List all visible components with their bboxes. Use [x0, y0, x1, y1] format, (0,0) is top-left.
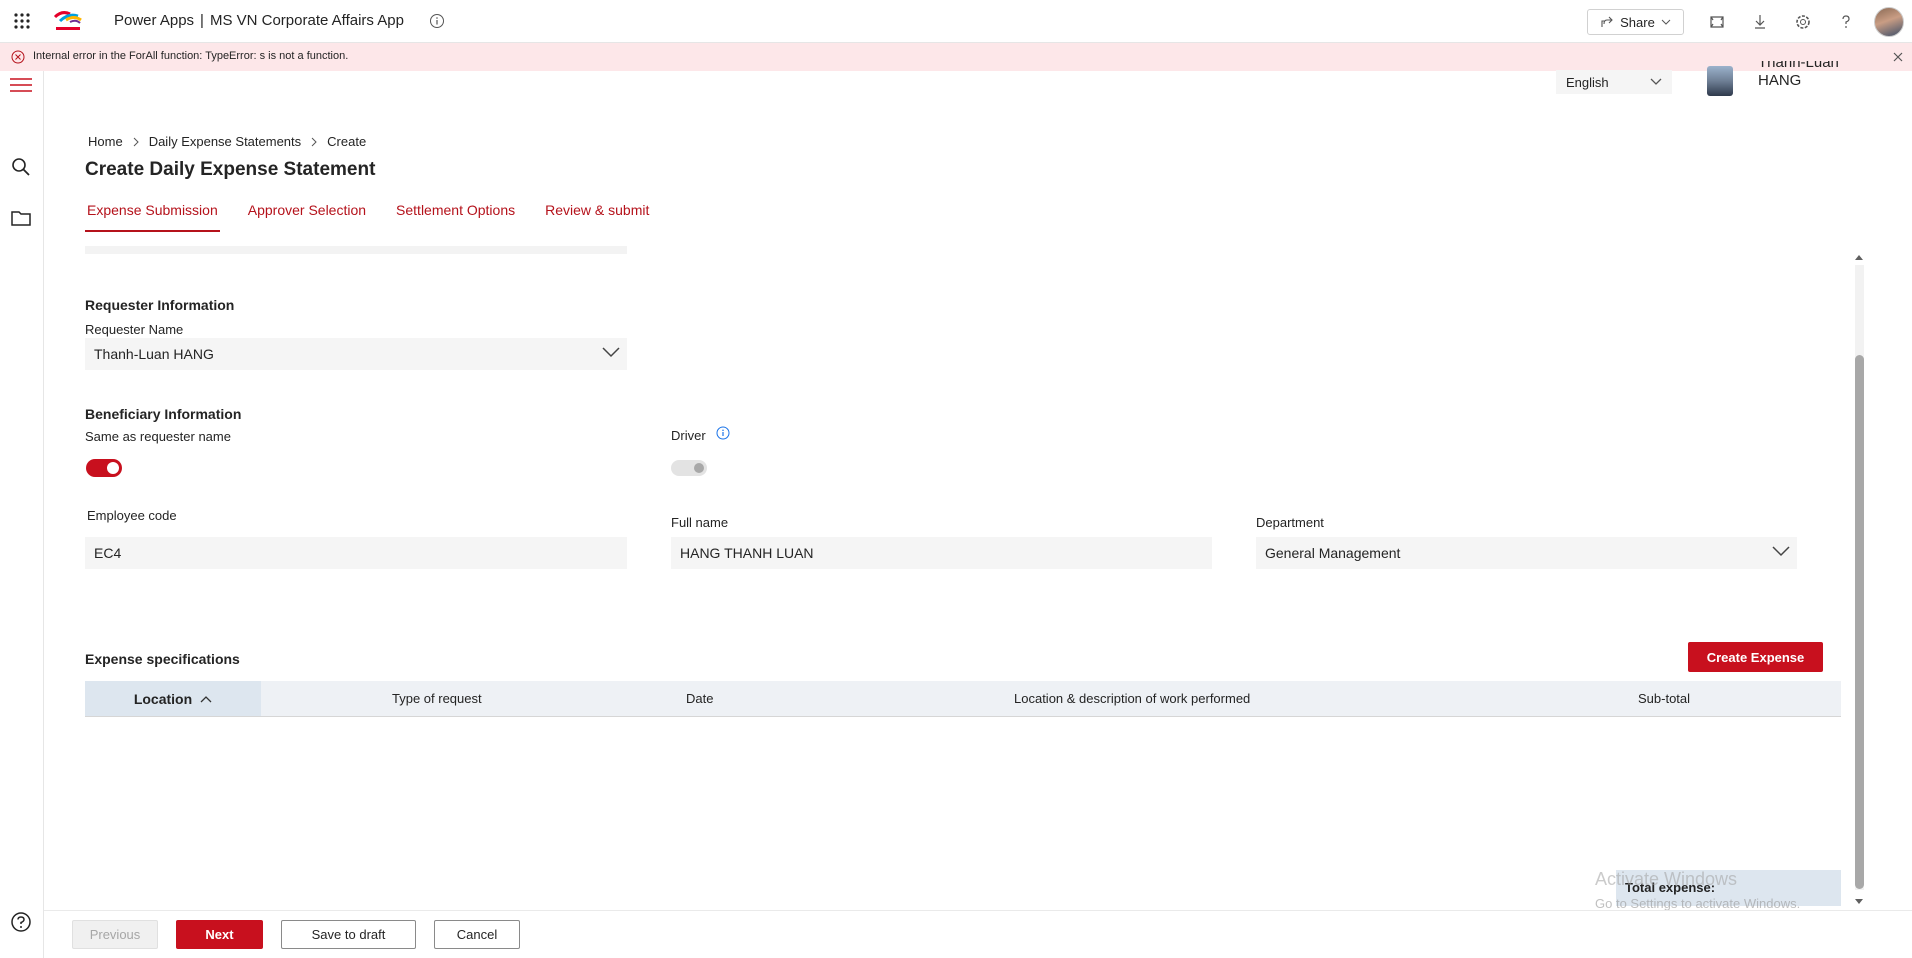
breadcrumb-daily-expense-statements[interactable]: Daily Expense Statements [149, 134, 301, 149]
app-launcher-icon[interactable] [12, 11, 32, 31]
close-icon[interactable] [1891, 50, 1905, 64]
app-title: Power Apps | MS VN Corporate Affairs App [114, 12, 404, 29]
hamburger-menu-icon[interactable] [10, 75, 32, 97]
department-dropdown[interactable]: General Management [1256, 537, 1797, 569]
top-bar: Power Apps | MS VN Corporate Affairs App S… [0, 0, 1912, 43]
employee-code-label: Employee code [87, 508, 177, 523]
department-label: Department [1256, 515, 1324, 530]
breadcrumb: Home Daily Expense Statements Create [88, 134, 366, 149]
user-name-first: Thanh-Luan [1758, 61, 1839, 71]
error-icon [11, 50, 25, 64]
full-name-field[interactable]: HANG THANH LUAN [671, 537, 1212, 569]
requester-name-value: Thanh-Luan HANG [94, 346, 214, 362]
share-button[interactable]: Share [1587, 9, 1684, 35]
requester-section-title: Requester Information [85, 297, 235, 313]
tab-expense-submission[interactable]: Expense Submission [85, 199, 220, 232]
full-name-value: HANG THANH LUAN [680, 545, 814, 561]
breadcrumb-create: Create [327, 134, 367, 149]
column-header-sub-total[interactable]: Sub-total [1638, 691, 1690, 706]
beneficiary-section-title: Beneficiary Information [85, 406, 242, 422]
share-label: Share [1620, 14, 1655, 30]
column-header-location[interactable]: Location [85, 681, 261, 716]
error-message: Internal error in the ForAll function: T… [33, 50, 349, 62]
breadcrumb-home[interactable]: Home [88, 134, 123, 149]
driver-toggle[interactable] [671, 460, 707, 476]
error-banner: Internal error in the ForAll function: T… [0, 43, 1912, 71]
info-icon[interactable] [716, 426, 730, 440]
expense-grid-header: Location Type of request Date Location &… [85, 681, 1841, 717]
column-header-location-label: Location [133, 690, 193, 707]
column-header-date[interactable]: Date [686, 691, 713, 706]
requester-name-label: Requester Name [85, 322, 184, 337]
chevron-down-icon [1661, 19, 1671, 25]
cancel-button[interactable]: Cancel [434, 920, 520, 949]
share-icon [1601, 16, 1613, 27]
chevron-down-icon [602, 347, 620, 358]
expense-specs-title: Expense specifications [85, 651, 240, 667]
next-button[interactable]: Next [176, 920, 263, 949]
create-expense-button[interactable]: Create Expense [1688, 642, 1823, 672]
column-header-location-description[interactable]: Location & description of work performed [1014, 691, 1250, 706]
user-name-last: HANG [1758, 72, 1802, 89]
same-as-requester-toggle[interactable] [86, 459, 122, 477]
page-title: Create Daily Expense Statement [85, 159, 376, 180]
folder-icon[interactable] [10, 207, 32, 229]
title-separator: | [200, 12, 204, 29]
chevron-down-icon [1650, 78, 1662, 85]
activation-watermark-text: Go to Settings to activate Windows. [1595, 896, 1801, 911]
clipped-field [85, 246, 627, 254]
app-title-text: MS VN Corporate Affairs App [209, 12, 404, 29]
left-rail [0, 71, 44, 958]
column-header-type-of-request[interactable]: Type of request [392, 691, 482, 706]
user-photo [1707, 66, 1733, 96]
account-avatar[interactable] [1874, 7, 1904, 37]
chevron-down-icon [1772, 546, 1790, 557]
employee-code-value: EC4 [94, 545, 122, 561]
requester-name-dropdown[interactable]: Thanh-Luan HANG [85, 338, 627, 370]
step-tabs: Expense Submission Approver Selection Se… [85, 199, 677, 235]
user-name: Thanh-Luan HANG [1758, 61, 1839, 90]
scroll-down-arrow-icon[interactable] [1853, 895, 1865, 907]
tab-settlement-options[interactable]: Settlement Options [394, 199, 517, 232]
help-circle-icon[interactable] [10, 911, 32, 933]
settings-gear-icon[interactable] [1793, 12, 1813, 32]
tab-review-submit[interactable]: Review & submit [543, 199, 651, 232]
activation-watermark-title: Activate Windows [1595, 869, 1738, 889]
company-logo [52, 8, 84, 34]
app-info-icon[interactable] [429, 13, 445, 29]
previous-button[interactable]: Previous [72, 920, 158, 949]
driver-label: Driver [671, 428, 706, 443]
app-name: Power Apps [114, 12, 195, 29]
full-name-label: Full name [671, 515, 729, 530]
same-as-requester-label: Same as requester name [85, 429, 231, 444]
chevron-right-icon [301, 137, 327, 147]
download-icon[interactable] [1750, 12, 1770, 32]
help-icon[interactable] [1836, 12, 1856, 32]
scroll-up-arrow-icon[interactable] [1853, 250, 1865, 262]
language-value: English [1566, 75, 1609, 90]
department-value: General Management [1265, 545, 1401, 561]
fit-screen-icon[interactable] [1707, 12, 1727, 32]
search-icon[interactable] [10, 156, 32, 178]
chevron-right-icon [123, 137, 149, 147]
employee-code-field[interactable]: EC4 [85, 537, 627, 569]
scrollbar-thumb[interactable] [1855, 355, 1864, 889]
language-select[interactable]: English [1556, 70, 1672, 94]
save-to-draft-button[interactable]: Save to draft [281, 920, 416, 949]
tab-approver-selection[interactable]: Approver Selection [246, 199, 368, 232]
sort-ascending-icon [200, 695, 212, 702]
